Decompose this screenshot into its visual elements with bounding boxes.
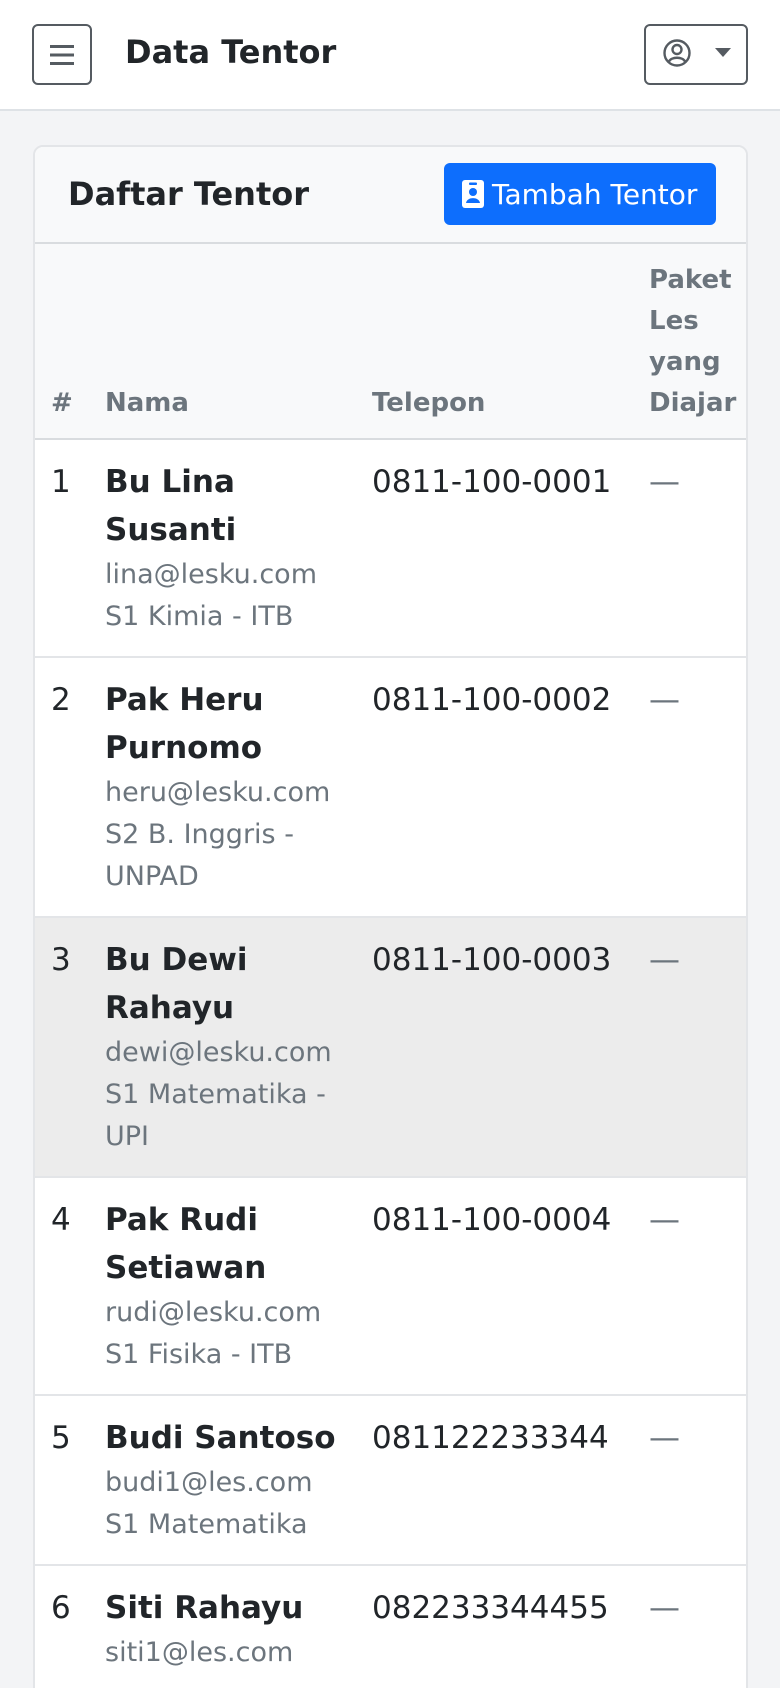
tentor-list-card: Daftar Tentor Tambah Tentor # Nama Telep…	[33, 145, 748, 1688]
tentor-phone: 081122233344	[372, 1395, 649, 1566]
tentor-phone: 0811-100-0001	[372, 439, 649, 658]
page-title: Data Tentor	[125, 33, 337, 71]
column-header-nama[interactable]: Nama	[105, 244, 372, 440]
tentor-name: Siti Rahayu	[105, 1590, 304, 1626]
tentor-phone: 082233344455	[372, 1565, 649, 1688]
add-tentor-label: Tambah Tentor	[492, 177, 698, 211]
tentor-paket: —	[649, 917, 746, 1178]
menu-toggle-button[interactable]	[32, 24, 92, 85]
table-row[interactable]: 6 Siti Rahayu siti1@les.com 082233344455…	[35, 1565, 746, 1688]
table-row[interactable]: 2 Pak Heru Purnomo heru@lesku.com S2 B. …	[35, 657, 746, 918]
tentor-table: # Nama Telepon Paket Les yang Diajar 1 B…	[35, 244, 746, 1688]
tentor-name: Pak Heru Purnomo	[105, 682, 264, 766]
tentor-cell: Budi Santoso budi1@les.com S1 Matematika	[105, 1395, 372, 1566]
user-menu-dropdown[interactable]	[644, 24, 748, 85]
table-row[interactable]: 1 Bu Lina Susanti lina@lesku.com S1 Kimi…	[35, 439, 746, 658]
column-header-paket[interactable]: Paket Les yang Diajar	[649, 244, 746, 440]
tentor-education: S1 Matematika	[105, 1509, 308, 1540]
contact-badge-icon	[462, 180, 484, 208]
tentor-name: Bu Lina Susanti	[105, 464, 237, 548]
tentor-phone: 0811-100-0003	[372, 917, 649, 1178]
tentor-education: S2 B. Inggris - UNPAD	[105, 819, 294, 892]
card-title: Daftar Tentor	[68, 175, 310, 213]
tentor-paket: —	[649, 439, 746, 658]
table-header-row: # Nama Telepon Paket Les yang Diajar	[35, 244, 746, 440]
card-header: Daftar Tentor Tambah Tentor	[35, 147, 746, 244]
tentor-cell: Pak Rudi Setiawan rudi@lesku.com S1 Fisi…	[105, 1177, 372, 1396]
row-number: 1	[35, 439, 105, 658]
tentor-name: Pak Rudi Setiawan	[105, 1202, 267, 1286]
table-row[interactable]: 4 Pak Rudi Setiawan rudi@lesku.com S1 Fi…	[35, 1177, 746, 1396]
tentor-email: heru@lesku.com	[105, 777, 331, 808]
tentor-name: Bu Dewi Rahayu	[105, 942, 248, 1026]
tentor-education: S1 Fisika - ITB	[105, 1339, 293, 1370]
tentor-paket: —	[649, 1565, 746, 1688]
tentor-name: Budi Santoso	[105, 1420, 336, 1456]
row-number: 5	[35, 1395, 105, 1566]
add-tentor-button[interactable]: Tambah Tentor	[444, 163, 716, 225]
table-row[interactable]: 5 Budi Santoso budi1@les.com S1 Matemati…	[35, 1395, 746, 1566]
row-number: 6	[35, 1565, 105, 1688]
tentor-cell: Siti Rahayu siti1@les.com	[105, 1565, 372, 1688]
menu-icon	[50, 44, 74, 65]
tentor-email: siti1@les.com	[105, 1637, 294, 1668]
tentor-email: lina@lesku.com	[105, 559, 318, 590]
tentor-paket: —	[649, 657, 746, 918]
row-number: 4	[35, 1177, 105, 1396]
tentor-cell: Bu Dewi Rahayu dewi@lesku.com S1 Matemat…	[105, 917, 372, 1178]
tentor-cell: Bu Lina Susanti lina@lesku.com S1 Kimia …	[105, 439, 372, 658]
table-row[interactable]: 3 Bu Dewi Rahayu dewi@lesku.com S1 Matem…	[35, 917, 746, 1178]
column-header-number[interactable]: #	[35, 244, 105, 440]
column-header-telepon[interactable]: Telepon	[372, 244, 649, 440]
top-navbar: Data Tentor	[0, 0, 780, 111]
tentor-email: dewi@lesku.com	[105, 1037, 332, 1068]
tentor-education: S1 Matematika - UPI	[105, 1079, 326, 1152]
tentor-cell: Pak Heru Purnomo heru@lesku.com S2 B. In…	[105, 657, 372, 918]
tentor-education: S1 Kimia - ITB	[105, 601, 294, 632]
tentor-phone: 0811-100-0002	[372, 657, 649, 918]
tentor-paket: —	[649, 1395, 746, 1566]
tentor-email: budi1@les.com	[105, 1467, 313, 1498]
user-circle-icon	[663, 39, 691, 67]
tentor-paket: —	[649, 1177, 746, 1396]
row-number: 2	[35, 657, 105, 918]
tentor-phone: 0811-100-0004	[372, 1177, 649, 1396]
caret-down-icon	[715, 48, 731, 57]
row-number: 3	[35, 917, 105, 1178]
tentor-email: rudi@lesku.com	[105, 1297, 322, 1328]
